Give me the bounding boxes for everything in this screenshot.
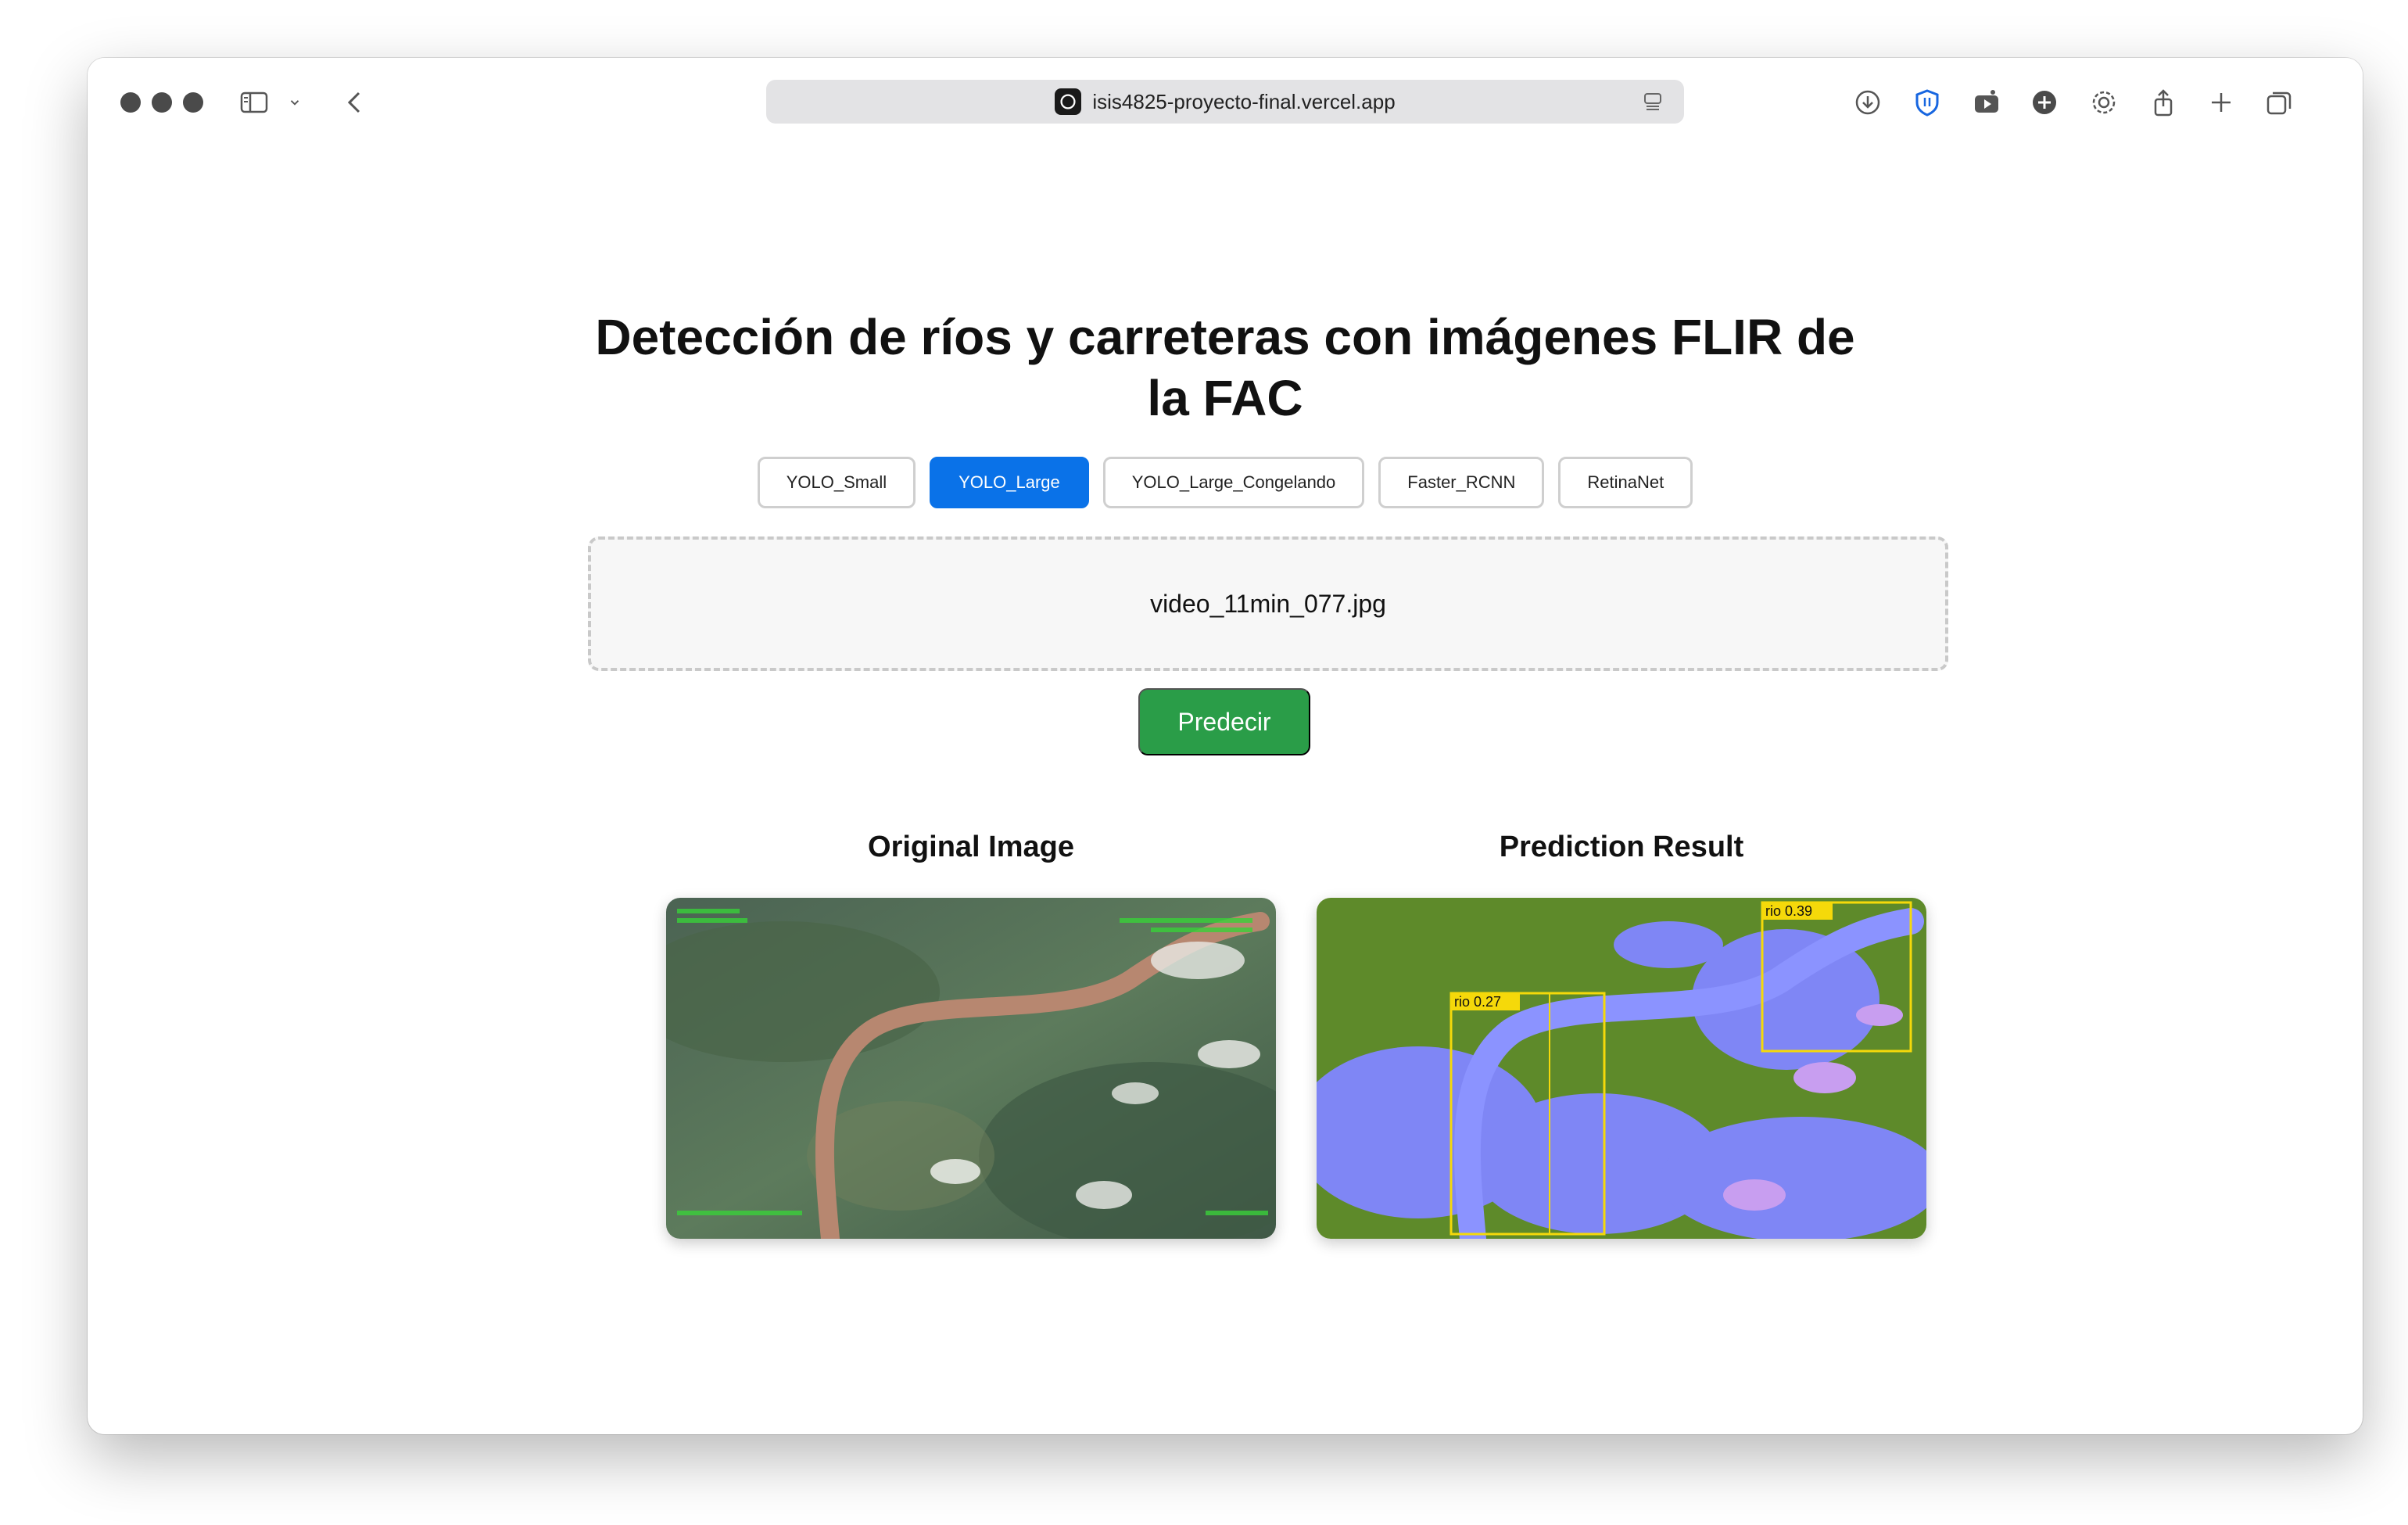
add-extension-icon[interactable] (2026, 84, 2062, 120)
prediction-image: rio 0.39 rio 0.27 (1317, 898, 1926, 1239)
prediction-result-title: Prediction Result (1499, 831, 1744, 863)
model-button-retinanet[interactable]: RetinaNet (1558, 457, 1693, 508)
model-button-yolo-large-congelando[interactable]: YOLO_Large_Congelando (1102, 457, 1365, 508)
minimize-window-button[interactable] (152, 92, 172, 113)
media-extension-icon[interactable] (1969, 84, 2005, 120)
share-icon[interactable] (2145, 84, 2181, 120)
model-button-faster-rcnn[interactable]: Faster_RCNN (1378, 457, 1545, 508)
page-title: Detección de ríos y carreteras con imáge… (595, 309, 1855, 426)
shield-icon[interactable] (1909, 84, 1945, 120)
selected-file-name: video_11min_077.jpg (1150, 589, 1386, 618)
back-icon[interactable] (338, 84, 374, 120)
close-window-button[interactable] (120, 92, 141, 113)
file-dropzone[interactable]: video_11min_077.jpg (588, 536, 1948, 671)
address-bar[interactable]: isis4825-proyecto-final.vercel.app (766, 80, 1684, 124)
chevron-down-icon[interactable] (283, 84, 306, 120)
page-content: Detección de ríos y carreteras con imáge… (88, 142, 2363, 1434)
zoom-window-button[interactable] (183, 92, 203, 113)
reader-mode-icon[interactable] (1640, 89, 1665, 114)
gear-icon[interactable] (2086, 84, 2122, 120)
model-selector: YOLO_Small YOLO_Large YOLO_Large_Congela… (88, 457, 2363, 508)
detection-label-1: rio 0.39 (1765, 903, 1812, 919)
new-tab-icon[interactable] (2203, 84, 2239, 120)
model-button-yolo-large[interactable]: YOLO_Large (930, 457, 1089, 508)
url-text: isis4825-proyecto-final.vercel.app (1092, 89, 1396, 113)
original-image-title: Original Image (868, 831, 1074, 863)
tab-overview-icon[interactable] (2261, 84, 2297, 120)
predict-button[interactable]: Predecir (1138, 688, 1310, 755)
window-controls[interactable] (120, 92, 203, 113)
site-favicon-icon (1055, 88, 1082, 115)
original-image (666, 898, 1276, 1239)
model-button-yolo-small[interactable]: YOLO_Small (757, 457, 916, 508)
download-icon[interactable] (1850, 84, 1886, 120)
browser-toolbar: isis4825-proyecto-final.vercel.app (88, 58, 2363, 142)
detection-label-2: rio 0.27 (1454, 994, 1501, 1010)
browser-window: isis4825-proyecto-final.vercel.app Detec (88, 58, 2363, 1434)
sidebar-icon[interactable] (236, 84, 272, 120)
